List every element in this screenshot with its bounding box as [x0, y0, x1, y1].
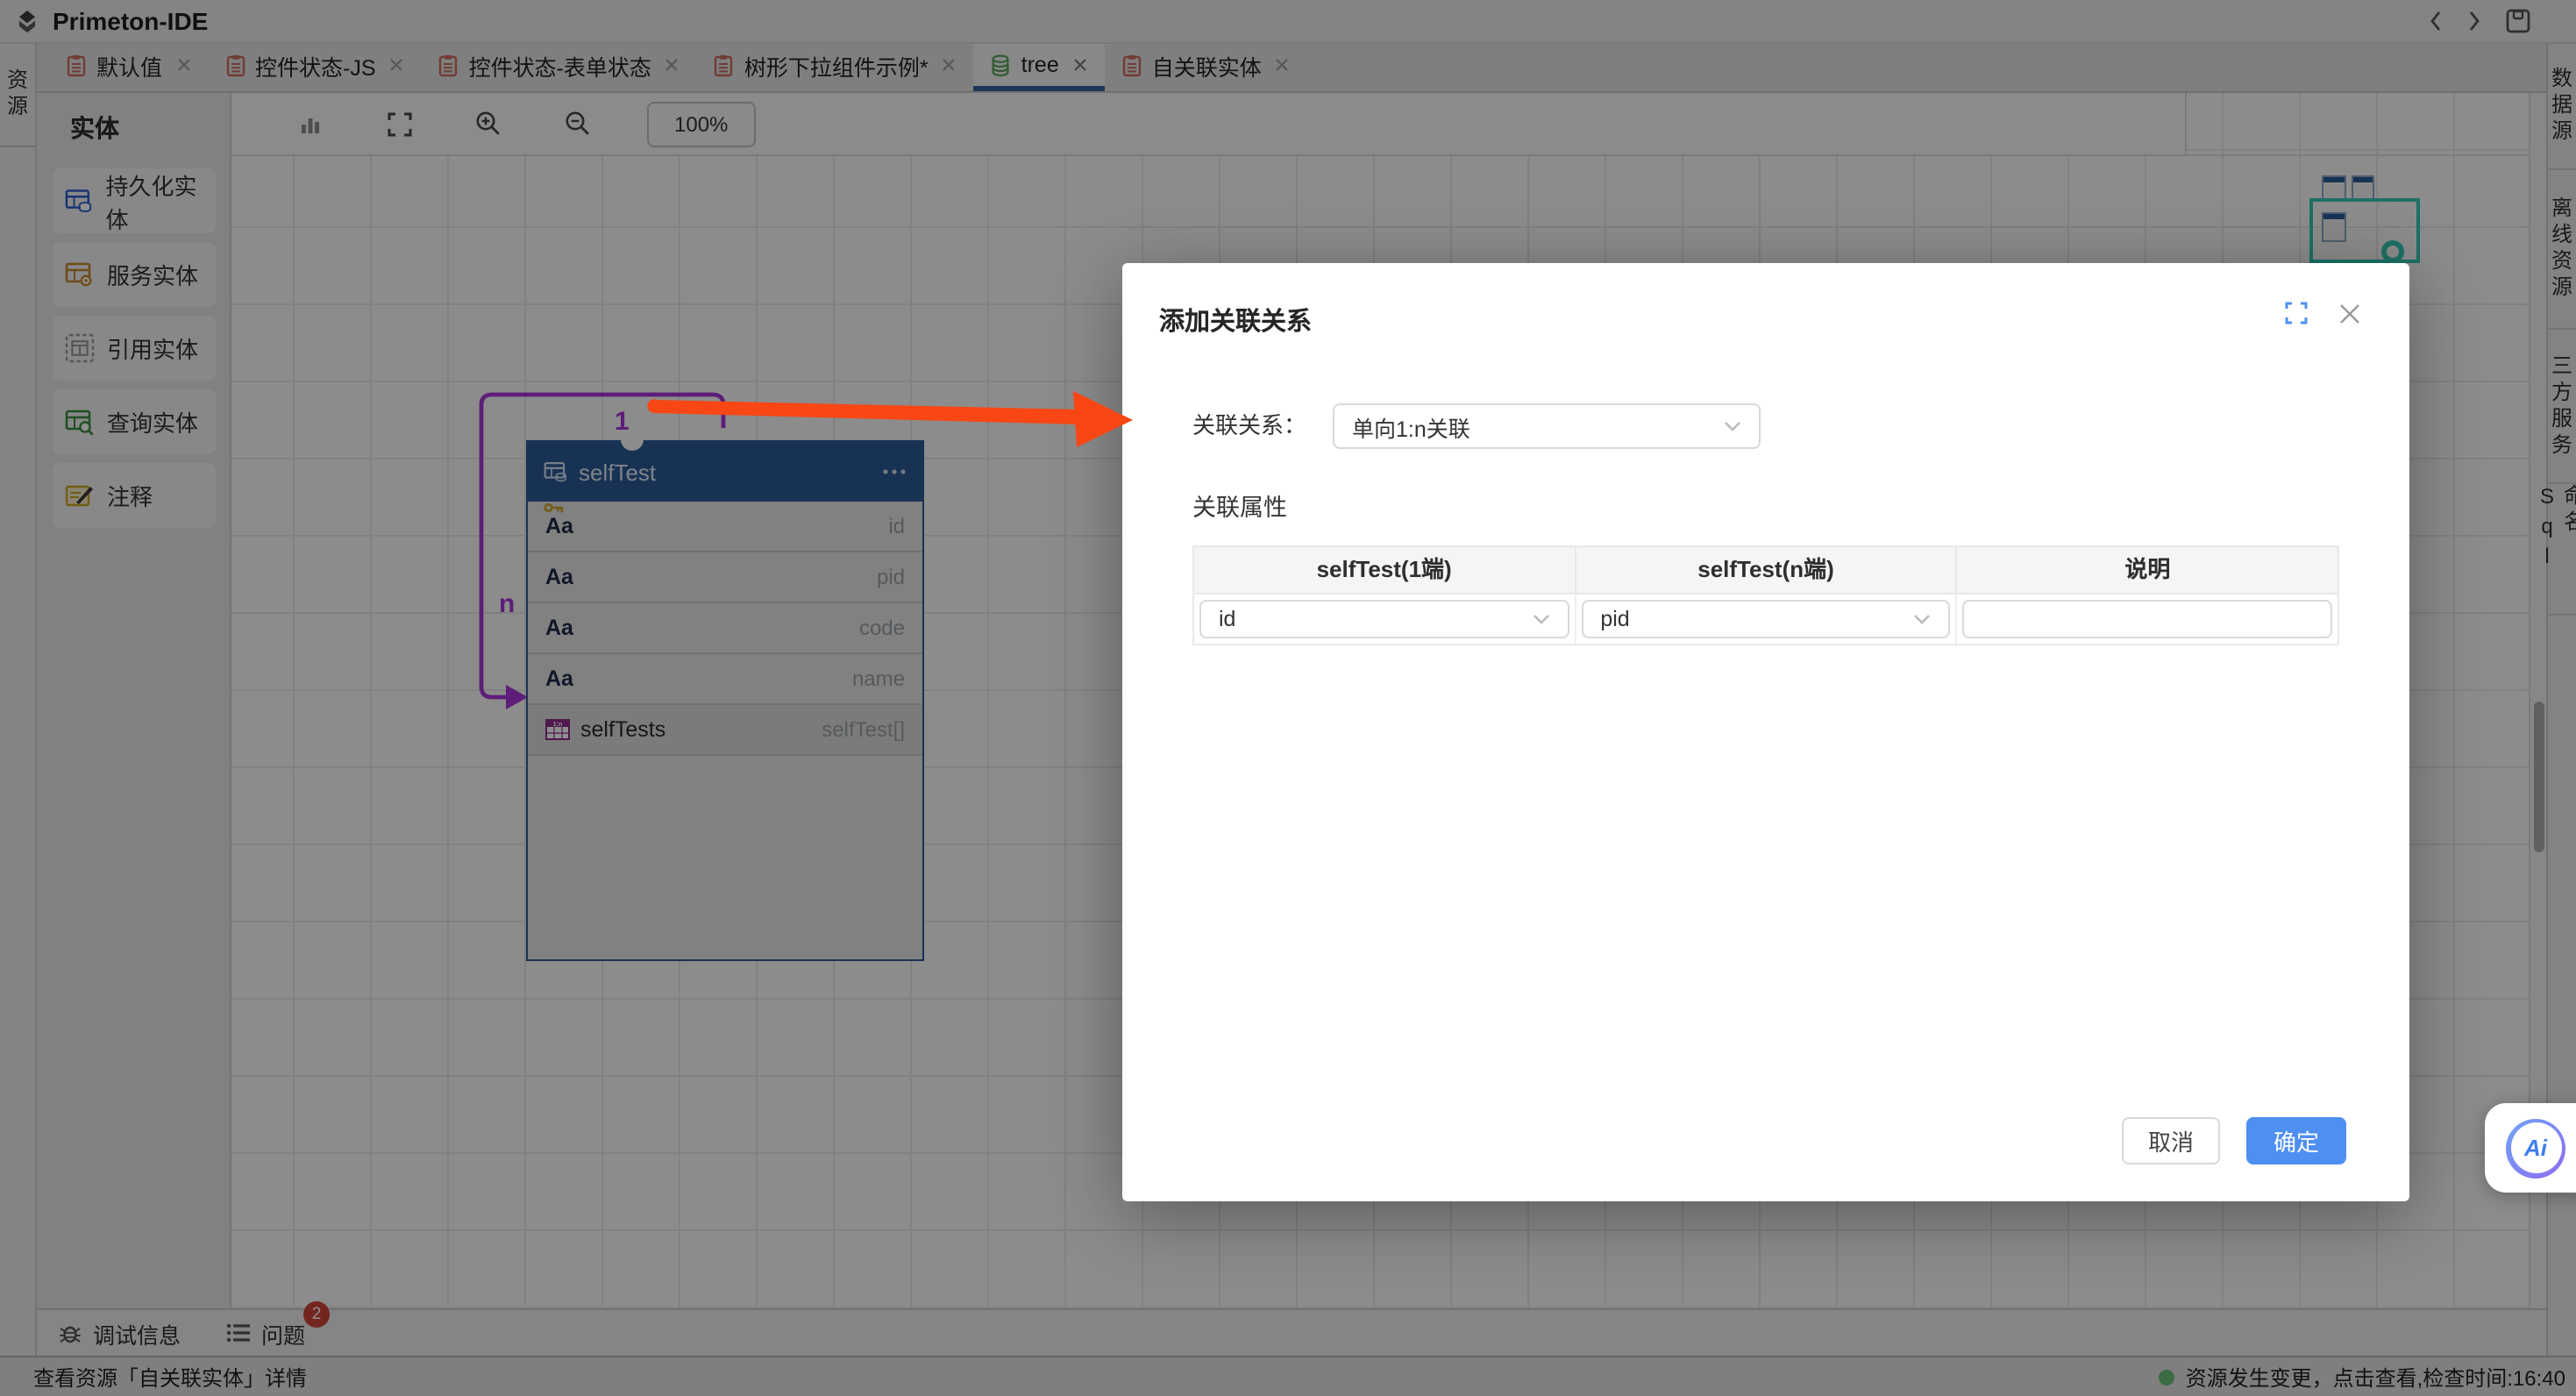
chevron-down-icon: [1914, 614, 1932, 624]
relation-type-value: 单向1:n关联: [1352, 410, 1470, 443]
dialog-close-icon[interactable]: [2339, 302, 2360, 333]
dialog-fullscreen-icon[interactable]: [2285, 302, 2308, 333]
one-end-field-value: id: [1219, 607, 1235, 631]
app-window: Primeton-IDE 默认值 控件状态-JS 控件状态-表单状态 树形下拉组…: [0, 0, 2576, 1396]
chevron-down-icon: [1532, 614, 1549, 624]
add-association-dialog: 添加关联关系 关联关系： 单向1:n关联 关联属性 selfTest(1端) s…: [1122, 263, 2409, 1201]
table-header-note: 说明: [1958, 547, 2338, 593]
ai-ring-icon: Ai: [2506, 1118, 2565, 1178]
cancel-button[interactable]: 取消: [2122, 1117, 2220, 1165]
table-header-n-end: selfTest(n端): [1576, 547, 1957, 593]
note-input[interactable]: [1963, 600, 2332, 638]
n-end-field-value: pid: [1600, 607, 1629, 631]
table-row: id pid: [1194, 595, 2338, 644]
annotation-arrow: [640, 382, 1157, 456]
one-end-field-select[interactable]: id: [1199, 600, 1569, 638]
table-header-row: selfTest(1端) selfTest(n端) 说明: [1194, 547, 2338, 595]
table-header-one-end: selfTest(1端): [1194, 547, 1576, 593]
relation-type-label: 关联关系：: [1192, 403, 1306, 449]
n-end-field-select[interactable]: pid: [1581, 600, 1950, 638]
dialog-title: 添加关联关系: [1159, 302, 1312, 338]
relation-type-select[interactable]: 单向1:n关联: [1333, 403, 1761, 449]
ai-label: Ai: [2524, 1135, 2547, 1161]
chevron-down-icon: [1724, 421, 1741, 431]
ok-button[interactable]: 确定: [2246, 1117, 2346, 1165]
association-properties-table: selfTest(1端) selfTest(n端) 说明 id pid: [1192, 545, 2339, 645]
ai-assistant-button[interactable]: Ai: [2485, 1103, 2576, 1193]
association-properties-title: 关联属性: [1192, 488, 1287, 523]
